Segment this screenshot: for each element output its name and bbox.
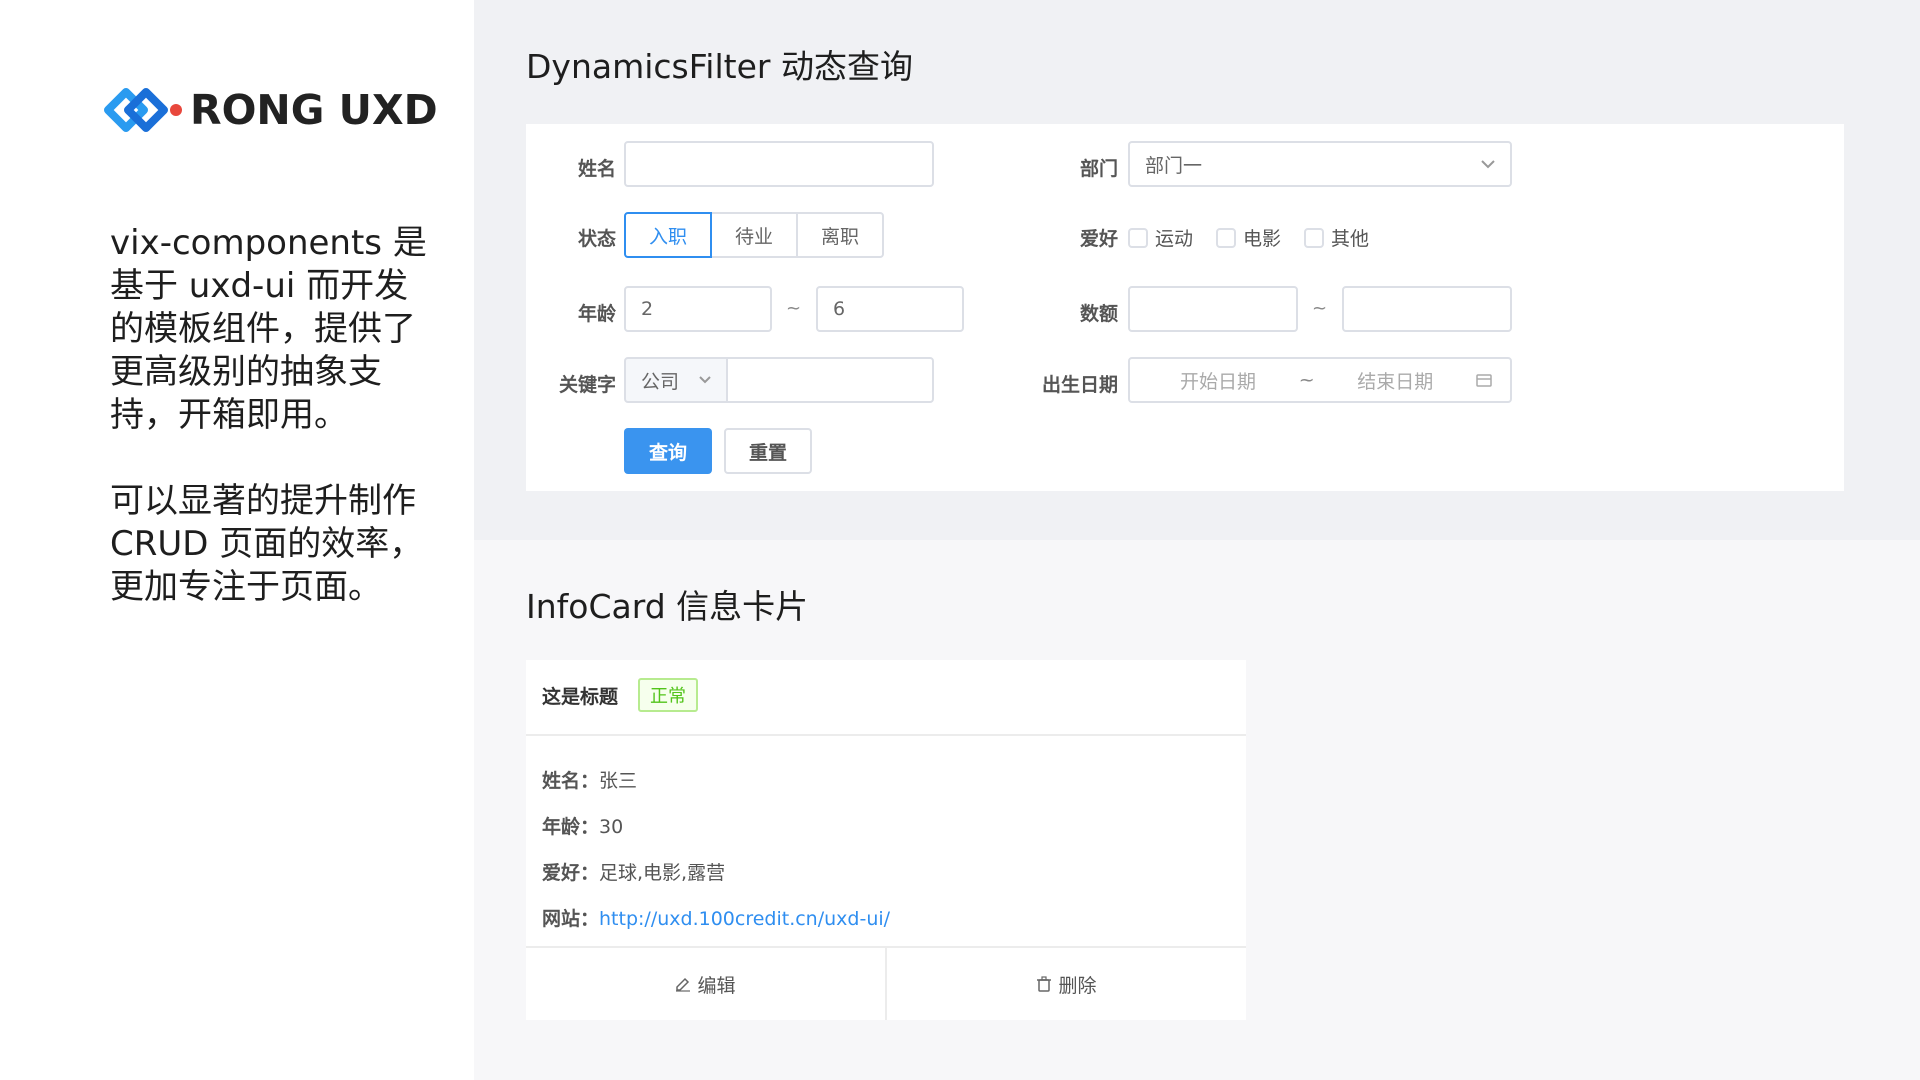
birth-date-range-picker[interactable]: 开始日期 ~ 结束日期 [1128, 357, 1512, 403]
keyword-type-select[interactable]: 公司 [624, 357, 728, 403]
info-card: 这是标题 正常 姓名：张三 年龄：30 爱好：足球,电影,露营 网站：http:… [526, 660, 1246, 1020]
brand-logo: RONG UXD [104, 82, 438, 138]
status-badge: 正常 [638, 678, 698, 712]
amount-range-separator: ~ [1312, 298, 1328, 319]
status-option-left[interactable]: 离职 [796, 212, 884, 258]
intro-paragraph-2: 可以显著的提升制作 CRUD 页面的效率，更加专注于页面。 [110, 481, 424, 607]
status-radio-group: 入职 待业 离职 [624, 212, 884, 258]
delete-button-label: 删除 [1058, 974, 1097, 997]
hobby-checkbox-other[interactable]: 其他 [1304, 224, 1369, 251]
edit-button[interactable]: 编辑 [526, 948, 885, 1020]
info-row-key: 年龄： [542, 816, 600, 838]
info-card-actions: 编辑 删除 [526, 946, 1246, 1020]
age-to-input[interactable]: 6 [816, 286, 964, 332]
age-range-separator: ~ [786, 298, 802, 319]
filter-section-title: DynamicsFilter 动态查询 [526, 47, 913, 86]
search-button[interactable]: 查询 [624, 428, 712, 474]
brand-name: RONG UXD [190, 86, 438, 134]
birth-range-separator: ~ [1298, 369, 1315, 391]
info-card-title: 这是标题 [542, 686, 619, 708]
info-row-website: 网站：http://uxd.100credit.cn/uxd-ui/ [542, 904, 890, 931]
dept-label: 部门 [1079, 158, 1118, 180]
amount-label: 数额 [1079, 303, 1118, 325]
info-row-hobby: 爱好：足球,电影,露营 [542, 858, 725, 885]
trash-icon [1037, 976, 1052, 992]
status-label: 状态 [577, 228, 616, 250]
hobby-checkbox-sport[interactable]: 运动 [1128, 224, 1193, 251]
amount-to-input[interactable] [1342, 286, 1512, 332]
info-card-header: 这是标题 正常 [526, 660, 1246, 736]
info-row-age: 年龄：30 [542, 812, 623, 839]
edit-icon [676, 977, 691, 992]
dept-select[interactable]: 部门一 [1128, 141, 1512, 187]
hobby-label: 爱好 [1079, 228, 1118, 250]
intro-text: vix-components 是基于 uxd-ui 而开发的模板组件，提供了更高… [110, 222, 430, 609]
amount-from-input[interactable] [1128, 286, 1298, 332]
info-row-key: 爱好： [542, 862, 600, 884]
hobby-checkbox-movie[interactable]: 电影 [1216, 224, 1281, 251]
status-option-idle[interactable]: 待业 [710, 212, 798, 258]
hobby-other-label: 其他 [1331, 228, 1370, 250]
info-row-key: 姓名： [542, 770, 600, 792]
chevron-down-icon [699, 376, 711, 384]
birth-end-placeholder: 结束日期 [1357, 370, 1434, 393]
name-input[interactable] [624, 141, 934, 187]
info-row-value: 张三 [599, 770, 638, 792]
edit-button-label: 编辑 [697, 974, 736, 997]
infocard-section-title: InfoCard 信息卡片 [526, 587, 809, 626]
checkbox-icon [1216, 227, 1236, 248]
calendar-icon [1476, 374, 1492, 387]
keyword-input[interactable] [726, 357, 934, 403]
hobby-sport-label: 运动 [1155, 228, 1194, 250]
keyword-type-value: 公司 [641, 370, 680, 393]
age-from-input[interactable]: 2 [624, 286, 772, 332]
delete-button[interactable]: 删除 [885, 948, 1246, 1020]
dept-select-value: 部门一 [1145, 154, 1203, 177]
info-row-value: 足球,电影,露营 [599, 862, 726, 884]
dynamics-filter-card: 姓名 部门 部门一 状态 入职 待业 离职 爱好 运动 电影 其他 年龄 2 ~… [526, 124, 1844, 491]
reset-button[interactable]: 重置 [724, 428, 812, 474]
hobby-movie-label: 电影 [1243, 228, 1282, 250]
checkbox-icon [1128, 227, 1148, 248]
left-panel: RONG UXD vix-components 是基于 uxd-ui 而开发的模… [0, 0, 474, 1080]
birth-start-placeholder: 开始日期 [1180, 370, 1257, 393]
intro-paragraph-1: vix-components 是基于 uxd-ui 而开发的模板组件，提供了更高… [110, 223, 427, 435]
chevron-down-icon [1481, 159, 1495, 168]
birth-date-label: 出生日期 [1041, 374, 1118, 396]
keyword-label: 关键字 [558, 374, 616, 396]
info-row-value: 30 [599, 816, 624, 838]
website-link[interactable]: http://uxd.100credit.cn/uxd-ui/ [599, 908, 890, 930]
info-row-key: 网站： [542, 908, 600, 930]
rong-logo-icon [104, 88, 182, 132]
name-label: 姓名 [577, 158, 616, 180]
status-option-onboard[interactable]: 入职 [624, 212, 712, 258]
age-label: 年龄 [577, 303, 616, 325]
info-row-name: 姓名：张三 [542, 766, 637, 793]
checkbox-icon [1304, 227, 1324, 248]
